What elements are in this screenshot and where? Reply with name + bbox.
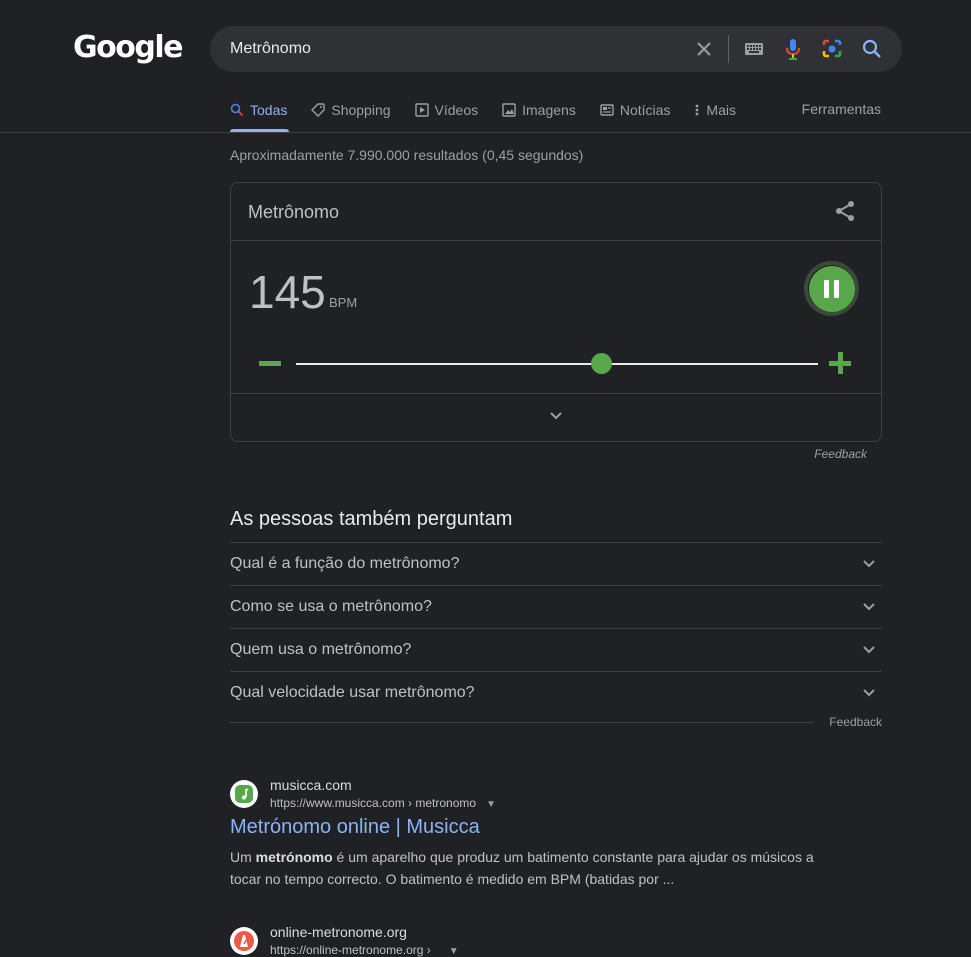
paa-question[interactable]: Quem usa o metrônomo? bbox=[230, 628, 882, 671]
tab-label: Shopping bbox=[331, 102, 391, 118]
searchbox-divider bbox=[728, 35, 729, 63]
metronome-title: Metrônomo bbox=[248, 202, 340, 222]
chevron-down-icon bbox=[863, 603, 875, 611]
paa-question-text: Quem usa o metrônomo? bbox=[230, 641, 412, 658]
camera-lens-icon[interactable] bbox=[820, 37, 844, 61]
metronome-favicon bbox=[230, 927, 258, 955]
chevron-down-icon bbox=[863, 646, 875, 654]
result-site-name[interactable]: musicca.com bbox=[270, 777, 352, 793]
paa-question-text: Qual velocidade usar metrônomo? bbox=[230, 684, 475, 701]
result-site-name[interactable]: online-metronome.org bbox=[270, 924, 407, 940]
search-result: musicca.com https://www.musicca.com › me… bbox=[230, 777, 830, 890]
search-icon[interactable] bbox=[860, 37, 884, 61]
more-vert-icon bbox=[696, 104, 699, 116]
tab-noticias[interactable]: Notícias bbox=[600, 100, 671, 120]
snippet-highlight: metrónomo bbox=[255, 849, 333, 865]
paa-question[interactable]: Qual é a função do metrônomo? bbox=[230, 542, 882, 585]
image-icon bbox=[502, 103, 516, 117]
result-url-text: https://www.musicca.com › metronomo bbox=[270, 796, 477, 810]
tab-label: Imagens bbox=[522, 102, 576, 118]
caret-down-icon[interactable]: ▼ bbox=[449, 946, 459, 957]
divider bbox=[231, 393, 881, 394]
paa-question-text: Como se usa o metrônomo? bbox=[230, 598, 432, 615]
metronome-widget: Metrônomo 145 BPM bbox=[230, 182, 882, 442]
active-tab-indicator bbox=[230, 129, 289, 132]
clear-icon[interactable] bbox=[692, 37, 716, 61]
tab-label: Mais bbox=[706, 102, 736, 118]
tab-label: Todas bbox=[250, 102, 288, 118]
tab-imagens[interactable]: Imagens bbox=[502, 100, 576, 120]
result-title-link[interactable]: Metrónomo online | Musicca bbox=[230, 816, 480, 839]
search-input[interactable] bbox=[230, 37, 680, 61]
pause-button[interactable] bbox=[804, 261, 859, 316]
tab-todas[interactable]: Todas bbox=[230, 100, 287, 120]
tab-shopping[interactable]: Shopping bbox=[311, 100, 391, 120]
paa-question-text: Qual é a função do metrônomo? bbox=[230, 555, 460, 572]
tempo-slider-track[interactable] bbox=[296, 363, 818, 365]
chevron-down-icon[interactable] bbox=[548, 409, 564, 421]
tab-mais[interactable]: Mais bbox=[694, 100, 736, 120]
people-also-ask-title: As pessoas também perguntam bbox=[230, 508, 513, 530]
search-box[interactable] bbox=[210, 26, 902, 72]
bpm-value: 145 bbox=[249, 266, 326, 318]
decrease-tempo-button[interactable] bbox=[259, 361, 281, 366]
result-url[interactable]: https://www.musicca.com › metronomo ▼ bbox=[270, 796, 496, 810]
result-snippet: Um metrónomo é um aparelho que produz um… bbox=[230, 849, 814, 887]
result-stats: Aproximadamente 7.990.000 resultados (0,… bbox=[230, 147, 584, 163]
tempo-slider-knob[interactable] bbox=[591, 353, 613, 374]
news-icon bbox=[600, 104, 614, 116]
bpm-unit: BPM bbox=[329, 295, 358, 310]
search-icon bbox=[230, 103, 244, 117]
google-logo[interactable]: Google bbox=[73, 30, 183, 65]
microphone-icon[interactable] bbox=[781, 37, 805, 61]
video-icon bbox=[414, 103, 429, 117]
tab-videos[interactable]: Vídeos bbox=[414, 100, 479, 120]
paa-question[interactable]: Qual velocidade usar metrônomo? bbox=[230, 671, 882, 714]
feedback-link[interactable]: Feedback bbox=[814, 447, 867, 461]
pause-icon bbox=[808, 265, 855, 312]
tag-icon bbox=[311, 103, 326, 117]
divider bbox=[230, 722, 814, 723]
search-result: online-metronome.org https://online-metr… bbox=[230, 924, 830, 957]
paa-question[interactable]: Como se usa o metrônomo? bbox=[230, 585, 882, 628]
paa-feedback-link[interactable]: Feedback bbox=[829, 715, 882, 729]
increase-tempo-button-vertical[interactable] bbox=[838, 352, 843, 374]
chevron-down-icon bbox=[863, 560, 875, 568]
search-tabs: Todas Shopping Vídeos Imagens Notícias M… bbox=[230, 100, 760, 133]
musicca-favicon bbox=[230, 780, 258, 808]
header: Google Todas Shopping Vídeos bbox=[0, 0, 971, 133]
divider bbox=[231, 240, 881, 241]
people-also-ask-list: Qual é a função do metrônomo? Como se us… bbox=[230, 542, 882, 714]
chevron-down-icon bbox=[863, 689, 875, 697]
tab-label: Vídeos bbox=[434, 102, 479, 118]
caret-down-icon[interactable]: ▼ bbox=[486, 799, 496, 810]
keyboard-icon[interactable] bbox=[742, 37, 766, 61]
tab-label: Notícias bbox=[619, 102, 671, 118]
tools-button[interactable]: Ferramentas bbox=[802, 101, 881, 117]
share-icon[interactable] bbox=[833, 199, 857, 223]
